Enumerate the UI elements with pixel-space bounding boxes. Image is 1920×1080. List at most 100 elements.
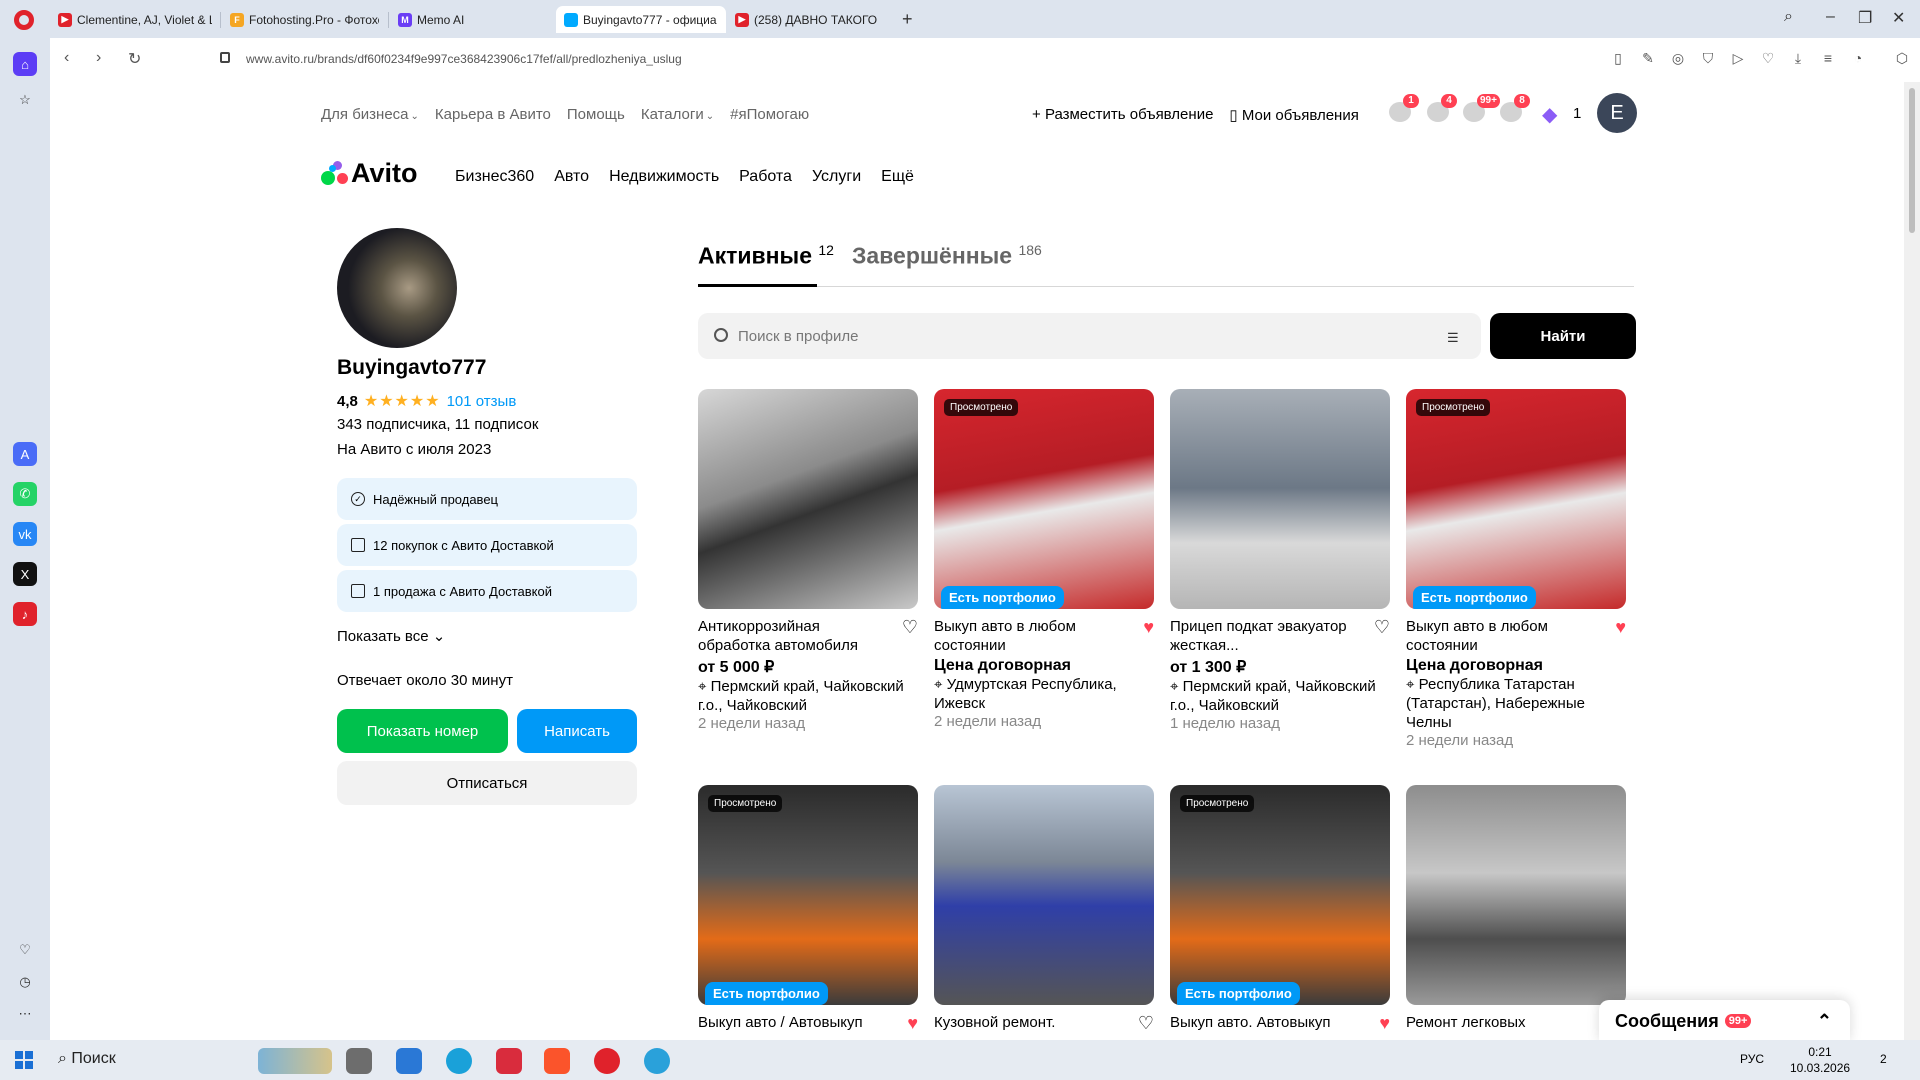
opera-icon[interactable] [594, 1048, 620, 1074]
favorites-icon[interactable]: 1 [1389, 94, 1419, 126]
brave-icon[interactable] [544, 1048, 570, 1074]
heart-sidebar-icon[interactable]: ♡ [13, 938, 37, 962]
listing-card[interactable]: Ремонт легковых [1406, 785, 1626, 1032]
user-avatar[interactable]: E [1597, 93, 1637, 133]
nav-realty[interactable]: Недвижимость [609, 168, 719, 186]
write-button[interactable]: Написать [517, 709, 637, 753]
reviews-link[interactable]: 101 отзыв [447, 393, 517, 410]
opera-menu-icon[interactable] [14, 10, 34, 30]
x-icon[interactable]: X [13, 562, 37, 586]
coin-icon[interactable]: ◆ [1542, 102, 1566, 126]
outlook-icon[interactable] [396, 1048, 422, 1074]
find-button[interactable]: Найти [1490, 313, 1636, 359]
tab-3[interactable]: M Memo AI [390, 6, 555, 33]
tab-4-active[interactable]: Buyingavto777 - официа [556, 6, 726, 33]
history-icon[interactable]: ◷ [13, 970, 37, 994]
listing-photo[interactable]: Просмотрено Есть портфолио [698, 785, 918, 1005]
taskbar-search[interactable]: ⌕ Поиск [58, 1050, 116, 1068]
telegram-icon[interactable] [644, 1048, 670, 1074]
edit-icon[interactable]: ✎ [1640, 50, 1656, 66]
whatsapp-icon[interactable]: ✆ [13, 482, 37, 506]
listing-photo[interactable] [698, 389, 918, 609]
restore-icon[interactable]: ❐ [1858, 8, 1872, 28]
language-indicator[interactable]: РУС [1740, 1052, 1764, 1078]
vk-icon[interactable]: vk [13, 522, 37, 546]
nav-biz360[interactable]: Бизнес360 [455, 168, 534, 186]
messages-icon[interactable]: 99+ [1463, 94, 1500, 126]
tab-1[interactable]: ▶ Clementine, AJ, Violet & L [50, 6, 220, 33]
tab-completed[interactable]: Завершённые 186 [852, 242, 1042, 270]
menu-icon[interactable]: ≡ [1820, 50, 1836, 66]
followers[interactable]: 343 подписчика, 11 подписок [337, 416, 538, 433]
play-icon[interactable]: ▷ [1730, 50, 1746, 66]
feature-reliable[interactable]: ✓ Надёжный продавец [337, 478, 637, 520]
home-icon[interactable]: ⌂ [13, 52, 37, 76]
tab-active[interactable]: Активные 12 [698, 242, 834, 270]
heart-outline-icon[interactable]: ♡ [1760, 50, 1776, 66]
nav-career[interactable]: Карьера в Авито [435, 106, 551, 123]
nav-catalogs[interactable]: Каталоги ⌄ [641, 106, 714, 123]
clock[interactable]: 0:21 10.03.2026 [1790, 1044, 1850, 1076]
listing-card[interactable]: Просмотрено Есть портфолио Выкуп авто в … [1406, 389, 1626, 749]
new-tab-plus-icon[interactable]: + [902, 9, 913, 30]
listing-photo[interactable]: Просмотрено Есть портфолио [934, 389, 1154, 609]
cart-icon[interactable]: 8 [1500, 94, 1530, 126]
music-icon[interactable]: ♪ [13, 602, 37, 626]
show-all-link[interactable]: Показать все ⌄ [337, 627, 445, 645]
account-icon[interactable]: ◔ [1850, 50, 1866, 66]
page-scrollbar[interactable] [1904, 82, 1920, 1040]
favorite-heart-icon[interactable]: ♡ [1138, 1013, 1154, 1034]
edge-icon[interactable] [446, 1048, 472, 1074]
feature-purchases[interactable]: 12 покупок с Авито Доставкой [337, 524, 637, 566]
favorite-heart-icon[interactable]: ♡ [902, 617, 918, 638]
reader-icon[interactable]: ▯ [1610, 50, 1626, 66]
listing-card[interactable]: Просмотрено Есть портфолио Выкуп авто / … [698, 785, 918, 1034]
listing-photo[interactable] [934, 785, 1154, 1005]
favorite-heart-filled-icon[interactable]: ♥ [1379, 1013, 1390, 1034]
url-field[interactable]: www.avito.ru/brands/df60f0234f9e997ce368… [246, 52, 682, 66]
unsubscribe-button[interactable]: Отписаться [337, 761, 637, 805]
listing-photo[interactable]: Просмотрено Есть портфолио [1406, 389, 1626, 609]
aria-icon[interactable]: A [13, 442, 37, 466]
nav-services[interactable]: Услуги [812, 168, 861, 186]
notification-center-icon[interactable]: 2 [1880, 1052, 1887, 1078]
favorite-heart-filled-icon[interactable]: ♥ [1143, 617, 1154, 638]
post-ad-link[interactable]: + Разместить объявление [1032, 106, 1213, 124]
back-icon[interactable]: ‹ [64, 49, 69, 67]
camera-icon[interactable]: ◎ [1670, 50, 1686, 66]
more-icon[interactable]: ⋯ [13, 1002, 37, 1026]
weather-widget-icon[interactable] [258, 1048, 332, 1074]
show-phone-button[interactable]: Показать номер [337, 709, 508, 753]
tab-2[interactable]: F Fotohosting.Pro - Фотохо [222, 6, 387, 33]
favorite-heart-filled-icon[interactable]: ♥ [1615, 617, 1626, 638]
reload-icon[interactable]: ↻ [128, 49, 141, 69]
shield-icon[interactable]: ⛉ [1700, 50, 1716, 66]
minimize-icon[interactable]: – [1826, 8, 1835, 26]
tab-5[interactable]: ▶ (258) ДАВНО ТАКОГО [727, 6, 892, 33]
listing-card[interactable]: Просмотрено Есть портфолио Выкуп авто в … [934, 389, 1154, 730]
star-icon[interactable]: ☆ [13, 88, 37, 112]
feature-sales[interactable]: 1 продажа с Авито Доставкой [337, 570, 637, 612]
listing-photo[interactable]: Просмотрено Есть портфолио [1170, 785, 1390, 1005]
listing-card[interactable]: Антикоррозийная обработка автомобиля ♡ от… [698, 389, 918, 732]
filter-icon[interactable]: ☰ [1447, 330, 1459, 346]
listing-photo[interactable] [1170, 389, 1390, 609]
search-tabs-icon[interactable]: ⌕ [1784, 8, 1793, 26]
close-window-icon[interactable]: ✕ [1892, 8, 1905, 28]
nav-more[interactable]: Ещё [881, 168, 914, 186]
profile-search-input[interactable]: Поиск в профиле [698, 313, 1481, 359]
favorite-heart-icon[interactable]: ♡ [1374, 617, 1390, 638]
task-view-icon[interactable] [346, 1048, 372, 1074]
extension-icon[interactable]: ⬡ [1894, 50, 1910, 66]
notifications-icon[interactable]: 4 [1427, 94, 1457, 126]
nav-business[interactable]: Для бизнеса ⌄ [321, 106, 419, 123]
favorite-heart-filled-icon[interactable]: ♥ [907, 1013, 918, 1034]
avito-logo[interactable]: Avito [321, 158, 418, 189]
vivaldi-icon[interactable] [496, 1048, 522, 1074]
listing-card[interactable]: Кузовной ремонт. ♡ [934, 785, 1154, 1034]
messages-widget[interactable]: Сообщения 99+ ⌃ [1599, 1000, 1850, 1042]
nav-help-tag[interactable]: #яПомогаю [730, 106, 809, 123]
nav-job[interactable]: Работа [739, 168, 792, 186]
listing-card[interactable]: Прицеп подкат эвакуатор жесткая... ♡ от 1… [1170, 389, 1390, 732]
forward-icon[interactable]: › [96, 49, 101, 67]
